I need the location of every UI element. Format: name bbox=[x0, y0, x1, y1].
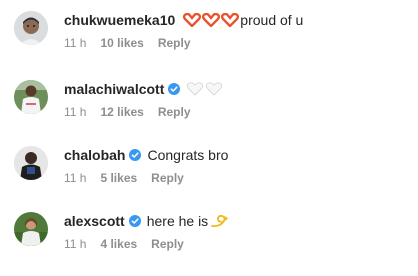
verified-badge-icon bbox=[129, 149, 142, 161]
comment-likes[interactable]: 5 likes bbox=[100, 171, 137, 185]
comment-text-wrap: here he is bbox=[147, 212, 231, 230]
comment-meta: 11 h 4 likes Reply bbox=[64, 237, 410, 251]
child-portrait-avatar-icon bbox=[14, 11, 48, 45]
comment-meta: 11 h 5 likes Reply bbox=[64, 171, 410, 185]
woman-outdoors-avatar-icon bbox=[14, 212, 48, 246]
comment-username[interactable]: chukwuemeka10 bbox=[64, 11, 175, 29]
heart-hands-icon bbox=[183, 13, 202, 27]
comment-username[interactable]: malachiwalcott bbox=[64, 80, 164, 98]
reply-button[interactable]: Reply bbox=[151, 171, 184, 185]
comment-time: 11 h bbox=[64, 171, 87, 185]
avatar-malachiwalcott[interactable] bbox=[14, 80, 48, 114]
comment-username[interactable]: alexscott bbox=[64, 212, 125, 230]
comment-meta: 11 h 10 likes Reply bbox=[64, 36, 410, 50]
avatar-chalobah[interactable] bbox=[14, 146, 48, 180]
avatar-alexscott[interactable] bbox=[14, 212, 48, 246]
comment-text: proud of u bbox=[240, 12, 304, 28]
comment-text: Congrats bro bbox=[147, 147, 229, 163]
comment-text: here he is bbox=[146, 213, 209, 229]
comment-likes[interactable]: 10 likes bbox=[100, 36, 143, 50]
comment-item: chalobah Congrats bro 11 h 5 likes Reply bbox=[0, 146, 418, 210]
reply-button[interactable]: Reply bbox=[151, 237, 184, 251]
comment-content: malachiwalcott 11 h 12 likes Reply bbox=[64, 80, 410, 119]
comment-item: alexscott here he is 11 h 4 likes Reply bbox=[0, 212, 418, 276]
reply-button[interactable]: Reply bbox=[158, 105, 191, 119]
comment-text-wrap: proud of u bbox=[183, 11, 303, 29]
comment-item: chukwuemeka10 proud of u 11 h 10 likes R… bbox=[0, 11, 418, 75]
comment-content: alexscott here he is 11 h 4 likes Reply bbox=[64, 212, 410, 251]
comment-line: chukwuemeka10 proud of u bbox=[64, 11, 410, 29]
comment-likes[interactable]: 12 likes bbox=[100, 105, 143, 119]
man-in-dark-jacket-avatar-icon bbox=[14, 146, 48, 180]
comment-text-wrap bbox=[186, 82, 224, 96]
verified-badge-icon bbox=[128, 215, 141, 227]
comment-meta: 11 h 12 likes Reply bbox=[64, 105, 410, 119]
white-heart-icon bbox=[205, 82, 223, 96]
avatar-chukwuemeka10[interactable] bbox=[14, 11, 48, 45]
comment-line: alexscott here he is bbox=[64, 212, 410, 230]
heart-hands-icon bbox=[221, 13, 240, 27]
comment-username[interactable]: chalobah bbox=[64, 146, 125, 164]
dizzy-icon bbox=[210, 214, 230, 228]
comment-time: 11 h bbox=[64, 36, 87, 50]
white-heart-icon bbox=[186, 82, 204, 96]
comment-item: malachiwalcott 11 h 12 likes Reply bbox=[0, 80, 418, 144]
comment-content: chukwuemeka10 proud of u 11 h 10 likes R… bbox=[64, 11, 410, 50]
man-in-white-kit-avatar-icon bbox=[14, 80, 48, 114]
heart-hands-icon bbox=[202, 13, 221, 27]
verified-badge-icon bbox=[168, 83, 181, 95]
comment-line: malachiwalcott bbox=[64, 80, 410, 98]
comment-line: chalobah Congrats bro bbox=[64, 146, 410, 164]
comment-likes[interactable]: 4 likes bbox=[100, 237, 137, 251]
comment-time: 11 h bbox=[64, 105, 87, 119]
reply-button[interactable]: Reply bbox=[158, 36, 191, 50]
comment-content: chalobah Congrats bro 11 h 5 likes Reply bbox=[64, 146, 410, 185]
comment-time: 11 h bbox=[64, 237, 87, 251]
